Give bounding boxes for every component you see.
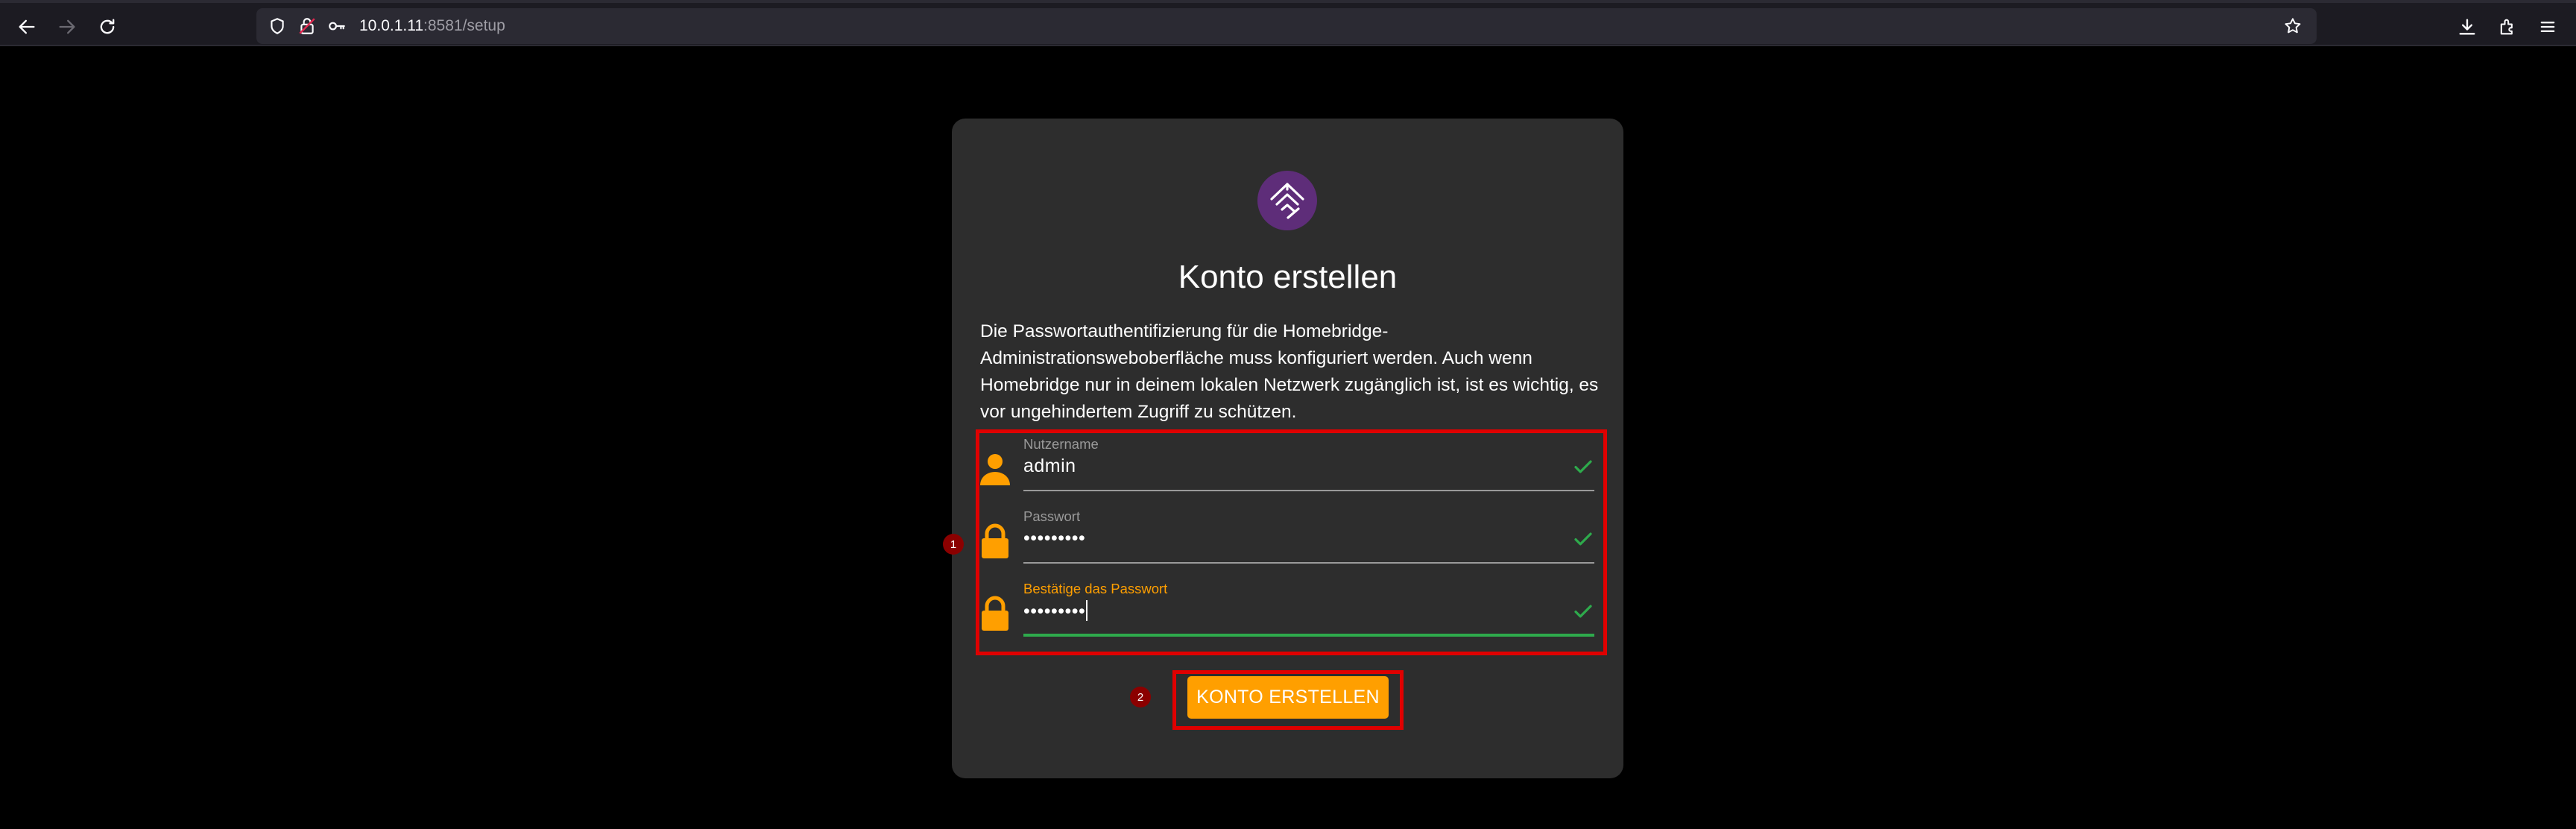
shield-icon[interactable] xyxy=(267,16,288,37)
address-bar[interactable]: 10.0.1.11:8581/setup xyxy=(256,8,2317,44)
extensions-button[interactable] xyxy=(2490,9,2525,45)
forward-button[interactable] xyxy=(49,9,85,45)
homebridge-logo xyxy=(1257,171,1317,230)
download-icon xyxy=(2459,19,2475,35)
browser-toolbar: 10.0.1.11:8581/setup xyxy=(0,0,2576,46)
highlight-box-button xyxy=(1172,670,1404,730)
bookmark-star-icon[interactable] xyxy=(2282,16,2303,37)
downloads-button[interactable] xyxy=(2449,9,2485,45)
insecure-lock-icon[interactable] xyxy=(297,16,318,37)
arrow-right-icon xyxy=(59,19,75,34)
menu-button[interactable] xyxy=(2530,9,2566,45)
step-marker-1: 1 xyxy=(943,534,964,555)
url-host: 10.0.1.11 xyxy=(359,17,424,34)
reload-icon xyxy=(100,19,115,34)
page-title: Konto erstellen xyxy=(1178,259,1398,295)
key-icon[interactable] xyxy=(326,16,347,37)
step-marker-2: 2 xyxy=(1130,687,1151,707)
hamburger-icon xyxy=(2540,22,2555,32)
url-path: :8581/setup xyxy=(423,17,505,34)
back-button[interactable] xyxy=(9,9,45,45)
highlight-box-fields xyxy=(976,429,1607,655)
extensions-icon xyxy=(2500,19,2513,35)
url-text[interactable]: 10.0.1.11:8581/setup xyxy=(359,16,505,36)
arrow-left-icon xyxy=(19,19,35,34)
description-text: Die Passwortauthentifizierung für die Ho… xyxy=(980,321,1599,422)
homebridge-logo-icon xyxy=(1270,183,1304,219)
reload-button[interactable] xyxy=(89,9,125,45)
